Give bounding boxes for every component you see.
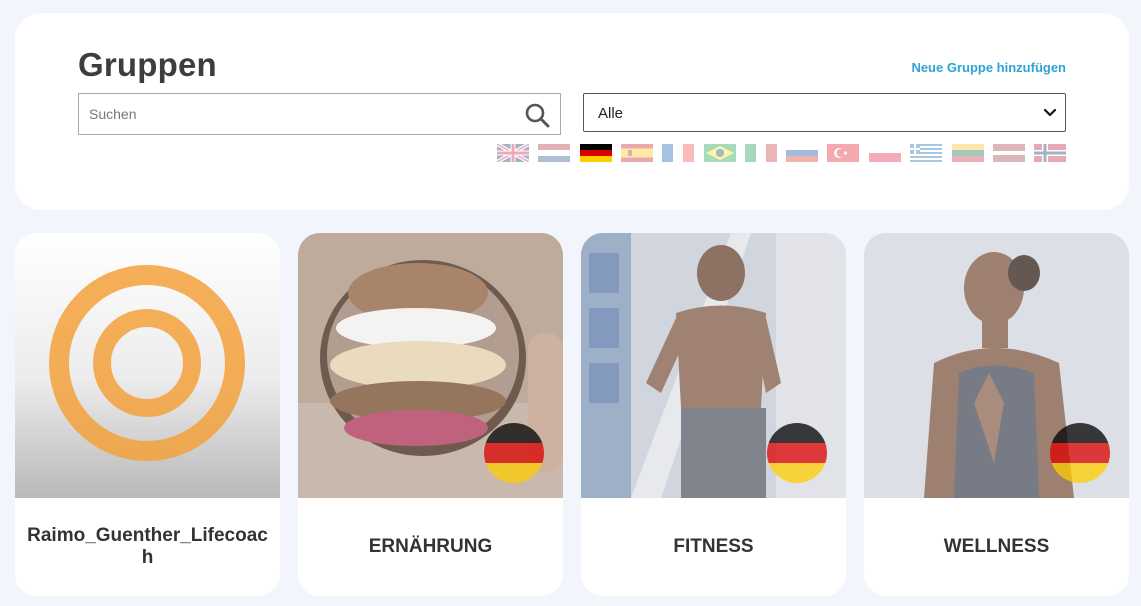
group-name: FITNESS: [673, 536, 754, 557]
category-filter-select[interactable]: Alle: [583, 93, 1066, 132]
flag-lt-icon[interactable]: [952, 144, 984, 162]
flag-fr-icon[interactable]: [662, 144, 694, 162]
group-card[interactable]: Raimo_Guenther_Lifecoach: [15, 233, 280, 596]
flag-es-icon[interactable]: [621, 144, 653, 162]
flag-pl-icon[interactable]: [869, 144, 901, 162]
group-image-target-logo: [15, 233, 280, 498]
group-name: ERNÄHRUNG: [368, 536, 493, 557]
language-badge-de-icon: [767, 423, 827, 483]
group-card[interactable]: ERNÄHRUNG: [298, 233, 563, 596]
flag-en-icon[interactable]: [497, 144, 529, 162]
group-name: Raimo_Guenther_Lifecoach: [27, 525, 268, 568]
group-card[interactable]: FITNESS: [581, 233, 846, 596]
language-badge-de-icon: [1050, 423, 1110, 483]
language-badge-de-icon: [484, 423, 544, 483]
flag-no-icon[interactable]: [1034, 144, 1066, 162]
flag-de-icon[interactable]: [580, 144, 612, 162]
flag-tr-icon[interactable]: [827, 144, 859, 162]
search-icon[interactable]: [524, 102, 550, 128]
group-card[interactable]: WELLNESS: [864, 233, 1129, 596]
flag-it-icon[interactable]: [745, 144, 777, 162]
add-group-link[interactable]: Neue Gruppe hinzufügen: [911, 60, 1066, 75]
flag-lv-icon[interactable]: [993, 144, 1025, 162]
search-input[interactable]: [79, 94, 560, 134]
chevron-down-icon: [1043, 108, 1057, 117]
groups-header-panel: Gruppen Neue Gruppe hinzufügen Alle: [15, 13, 1129, 210]
search-box: [78, 93, 561, 135]
flag-br-icon[interactable]: [704, 144, 736, 162]
filter-selected-value: Alle: [598, 105, 624, 122]
group-name: WELLNESS: [943, 536, 1050, 557]
flag-gr-icon[interactable]: [910, 144, 942, 162]
page-title: Gruppen: [78, 46, 217, 83]
flag-ru-icon[interactable]: [786, 144, 818, 162]
flag-nl-icon[interactable]: [538, 144, 570, 162]
